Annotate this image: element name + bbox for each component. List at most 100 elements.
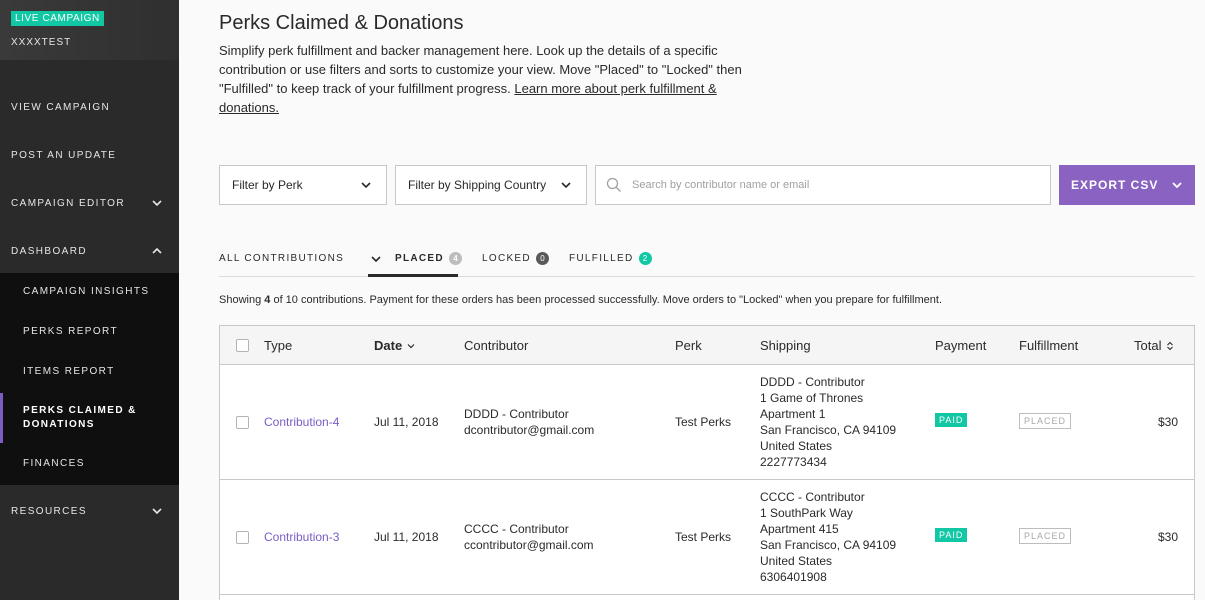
contribution-link[interactable]: Contribution-4 [264, 414, 339, 430]
tab-all-contributions[interactable]: ALL CONTRIBUTIONS [219, 240, 382, 277]
header-payment[interactable]: Payment [935, 326, 986, 365]
shipping-line: Apartment 415 [760, 522, 839, 536]
search-icon [606, 177, 621, 192]
contribution-total: $30 [1157, 415, 1178, 429]
filter-label: Filter by Shipping Country [408, 178, 547, 192]
table-header: Type Date Contributor Perk Shipping Paym… [220, 326, 1194, 365]
tab-placed[interactable]: PLACED 4 [395, 240, 462, 277]
payment-status-badge: PAID [935, 528, 968, 542]
header-type[interactable]: Type [264, 326, 292, 365]
tab-label: LOCKED [482, 253, 531, 264]
header-label: Payment [935, 338, 987, 353]
sidebar-subitem-campaign-insights[interactable]: CAMPAIGN INSIGHTS [0, 281, 179, 301]
chevron-down-icon [1172, 182, 1182, 189]
sidebar-item-label: VIEW CAMPAIGN [11, 101, 111, 113]
sidebar-subitem-perks-claimed[interactable]: PERKS CLAIMED & DONATIONS [0, 393, 179, 443]
chevron-down-icon [152, 508, 162, 515]
chevron-up-icon [152, 247, 162, 254]
header-label: Contributor [464, 338, 529, 353]
tab-locked[interactable]: LOCKED 0 [482, 240, 549, 277]
tab-label: ALL CONTRIBUTIONS [219, 253, 345, 264]
sidebar-item-view-campaign[interactable]: VIEW CAMPAIGN [0, 83, 179, 131]
shipping-line: CCCC - Contributor [760, 490, 865, 504]
tab-fulfilled[interactable]: FULFILLED 2 [569, 240, 652, 277]
header-label: Date [374, 338, 403, 353]
main-content: Perks Claimed & Donations Simplify perk … [179, 0, 1205, 600]
chevron-down-icon [152, 200, 162, 207]
sidebar-subitem-label: PERKS CLAIMED & DONATIONS [23, 405, 137, 430]
sidebar-subitem-label: PERKS REPORT [23, 325, 118, 337]
contributor-name: DDDD - Contributor [464, 407, 569, 421]
shipping-line: San Francisco, CA 94109 [760, 538, 897, 552]
header-shipping[interactable]: Shipping [760, 326, 811, 365]
contributor-name: CCCC - Contributor [464, 522, 569, 536]
header-label: Fulfillment [1019, 338, 1079, 353]
search-input[interactable] [632, 179, 1032, 191]
dashboard-submenu: CAMPAIGN INSIGHTS PERKS REPORT ITEMS REP… [0, 273, 179, 485]
perk-name: Test Perks [675, 415, 732, 429]
sidebar-item-label: DASHBOARD [11, 245, 87, 257]
shipping-line: 2227773434 [760, 455, 827, 469]
contributor-email: ccontributor@gmail.com [464, 538, 594, 552]
sidebar-item-post-update[interactable]: POST AN UPDATE [0, 131, 179, 179]
campaign-header: LIVE CAMPAIGN XXXXTEST [0, 0, 179, 60]
sidebar-subitem-perks-report[interactable]: PERKS REPORT [0, 321, 179, 341]
tab-count-badge: 4 [448, 252, 462, 265]
sidebar-subitem-items-report[interactable]: ITEMS REPORT [0, 361, 179, 381]
contribution-date: Jul 11, 2018 [374, 415, 439, 429]
shipping-line: San Francisco, CA 94109 [760, 423, 897, 437]
row-checkbox[interactable] [236, 531, 249, 544]
campaign-name: XXXXTEST [11, 37, 72, 48]
sidebar-subitem-label: FINANCES [23, 457, 85, 469]
sidebar-subitem-label: ITEMS REPORT [23, 365, 115, 377]
perk-name: Test Perks [675, 530, 732, 544]
header-perk[interactable]: Perk [675, 326, 702, 365]
payment-status-badge: PAID [935, 413, 968, 427]
tab-count-badge: 2 [638, 252, 652, 265]
sidebar-item-resources[interactable]: RESOURCES [0, 487, 179, 535]
select-all-checkbox[interactable] [236, 339, 249, 352]
header-contributor[interactable]: Contributor [464, 326, 528, 365]
fulfillment-status-badge: PLACED [1019, 413, 1072, 429]
row-checkbox[interactable] [236, 416, 249, 429]
filter-by-perk-dropdown[interactable]: Filter by Perk [219, 165, 387, 205]
contribution-date: Jul 11, 2018 [374, 530, 439, 544]
tab-count-badge: 0 [535, 252, 549, 265]
sidebar-item-dashboard[interactable]: DASHBOARD [0, 227, 179, 275]
chevron-down-icon [361, 182, 371, 189]
header-label: Perk [675, 338, 702, 353]
contributions-table: Type Date Contributor Perk Shipping Paym… [219, 325, 1195, 600]
sort-down-icon [407, 343, 415, 348]
header-date[interactable]: Date [374, 326, 415, 365]
showing-prefix: Showing [219, 294, 265, 306]
export-csv-button[interactable]: EXPORT CSV [1059, 165, 1195, 205]
filter-by-country-dropdown[interactable]: Filter by Shipping Country [395, 165, 587, 205]
shipping-line: DDDD - Contributor [760, 375, 865, 389]
chevron-down-icon [561, 182, 571, 189]
page-title: Perks Claimed & Donations [219, 12, 464, 34]
table-row: Contribution-4 Jul 11, 2018 DDDD - Contr… [220, 365, 1194, 480]
contribution-link[interactable]: Contribution-3 [264, 529, 339, 545]
contributor-email: dcontributor@gmail.com [464, 423, 595, 437]
search-box [595, 165, 1051, 205]
active-indicator [0, 393, 3, 443]
sidebar-item-label: CAMPAIGN EDITOR [11, 197, 125, 209]
tab-label: PLACED [395, 253, 444, 264]
header-fulfillment[interactable]: Fulfillment [1019, 326, 1078, 365]
sidebar-item-label: RESOURCES [11, 505, 87, 517]
live-campaign-badge: LIVE CAMPAIGN [11, 11, 104, 26]
active-tab-underline [368, 274, 458, 277]
sidebar-item-label: POST AN UPDATE [11, 149, 117, 161]
sidebar-item-campaign-editor[interactable]: CAMPAIGN EDITOR [0, 179, 179, 227]
contribution-tabs: ALL CONTRIBUTIONS PLACED 4 LOCKED 0 FULF… [219, 240, 1195, 277]
fulfillment-status-badge: PLACED [1019, 528, 1072, 544]
header-total[interactable]: Total [1134, 326, 1174, 365]
header-label: Shipping [760, 338, 811, 353]
tab-label: FULFILLED [569, 253, 634, 264]
sidebar-subitem-finances[interactable]: FINANCES [0, 453, 179, 473]
header-label: Type [264, 338, 293, 353]
page-intro: Simplify perk fulfillment and backer man… [219, 41, 779, 117]
showing-suffix: of 10 contributions. Payment for these o… [270, 294, 943, 306]
shipping-line: United States [760, 439, 833, 453]
shipping-line: Apartment 1 [760, 407, 826, 421]
